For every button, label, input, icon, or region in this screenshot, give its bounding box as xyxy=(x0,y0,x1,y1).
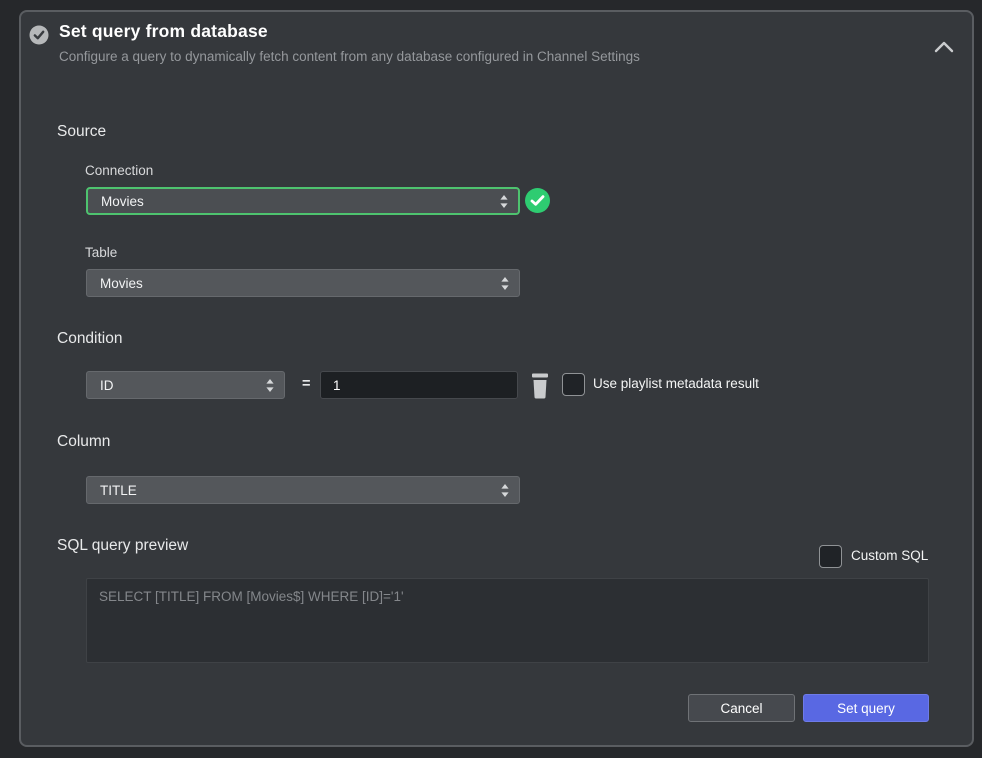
green-check-badge-icon xyxy=(525,188,550,213)
connection-select[interactable]: Movies xyxy=(86,187,520,215)
sql-preview-heading: SQL query preview xyxy=(57,537,188,555)
condition-field-select[interactable]: ID xyxy=(86,371,285,399)
table-select[interactable]: Movies xyxy=(86,269,520,297)
up-down-stepper-icon xyxy=(500,276,510,291)
equals-operator: = xyxy=(302,376,310,392)
use-playlist-metadata-checkbox[interactable] xyxy=(562,373,585,396)
condition-field-selected-value: ID xyxy=(87,378,265,393)
table-selected-value: Movies xyxy=(87,276,500,291)
up-down-stepper-icon xyxy=(500,483,510,498)
chevron-up-icon[interactable] xyxy=(933,39,955,55)
dialog-title: Set query from database xyxy=(59,21,268,42)
connection-selected-value: Movies xyxy=(88,194,499,209)
column-select[interactable]: TITLE xyxy=(86,476,520,504)
sql-query-preview-textarea[interactable]: SELECT [TITLE] FROM [Movies$] WHERE [ID]… xyxy=(86,578,929,663)
connection-label: Connection xyxy=(85,163,153,178)
custom-sql-checkbox[interactable] xyxy=(819,545,842,568)
up-down-stepper-icon xyxy=(499,194,509,209)
column-section-heading: Column xyxy=(57,433,110,451)
trash-icon[interactable] xyxy=(529,372,551,399)
check-circle-icon xyxy=(29,25,49,45)
up-down-stepper-icon xyxy=(265,378,275,393)
condition-value-input[interactable] xyxy=(320,371,518,399)
custom-sql-label: Custom SQL xyxy=(851,548,928,563)
set-query-dialog: Set query from database Configure a quer… xyxy=(19,10,974,747)
dialog-subtitle: Configure a query to dynamically fetch c… xyxy=(59,49,640,64)
cancel-button[interactable]: Cancel xyxy=(688,694,795,722)
condition-section-heading: Condition xyxy=(57,330,123,348)
column-selected-value: TITLE xyxy=(87,483,500,498)
table-label: Table xyxy=(85,245,117,260)
use-playlist-metadata-label: Use playlist metadata result xyxy=(593,376,759,391)
source-section-heading: Source xyxy=(57,123,106,141)
set-query-button[interactable]: Set query xyxy=(803,694,929,722)
